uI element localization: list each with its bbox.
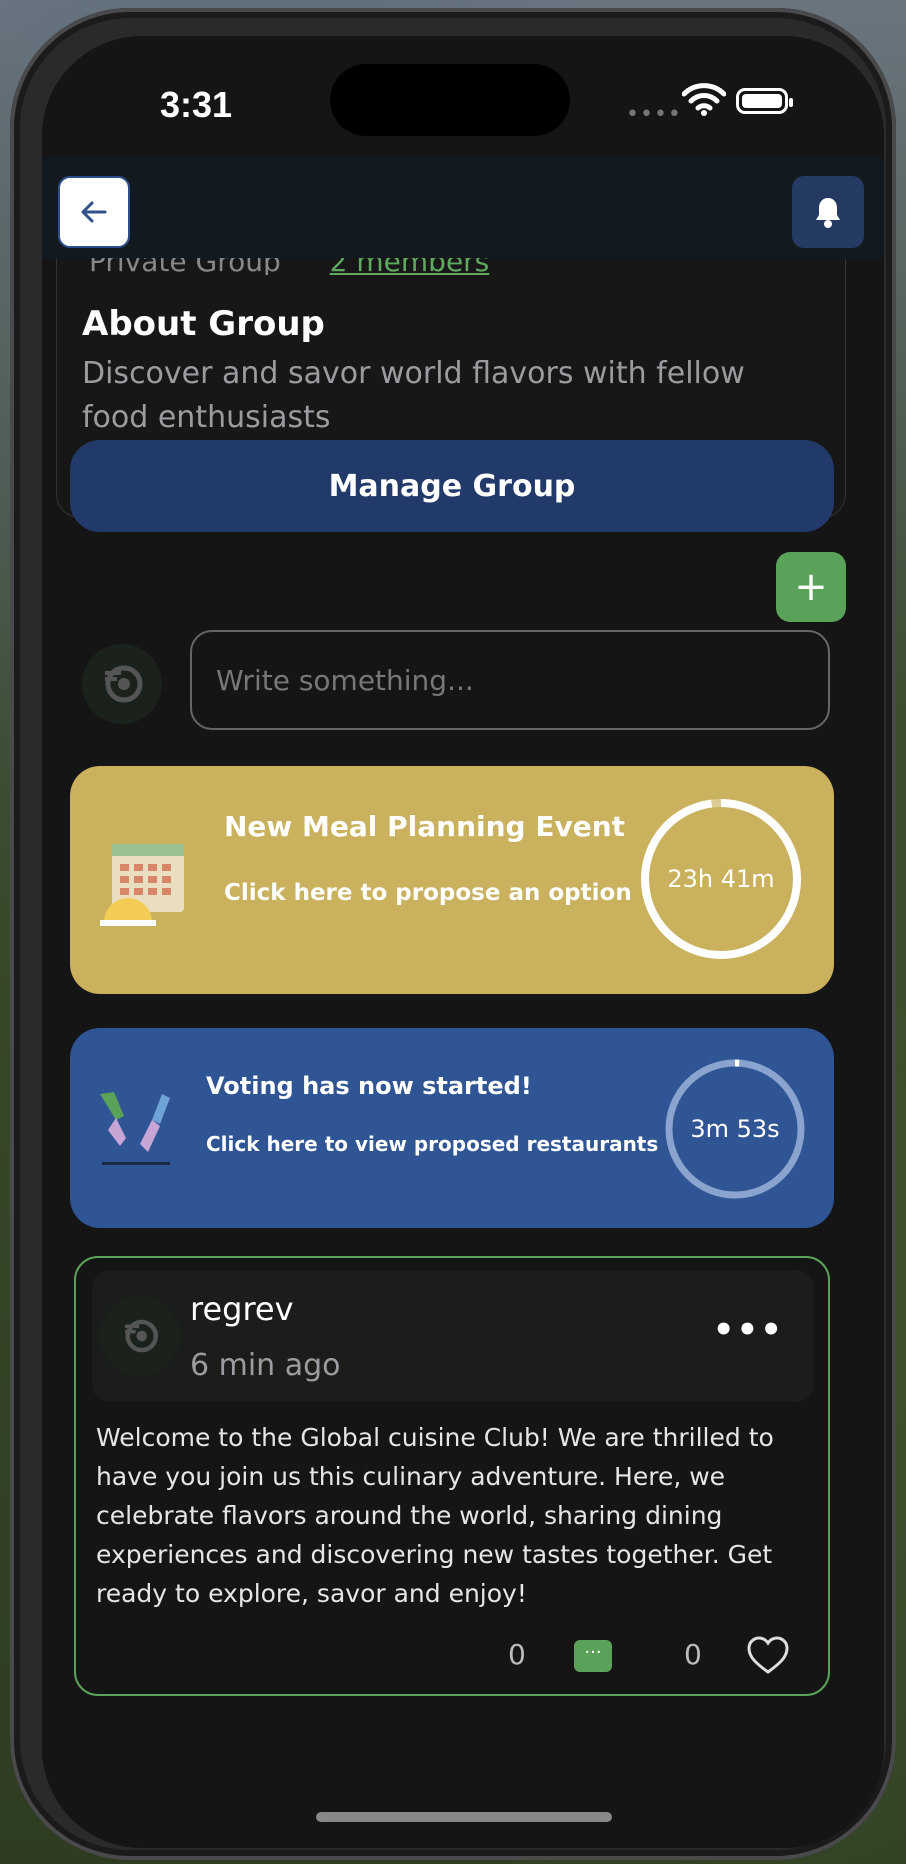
calendar-icon xyxy=(100,844,184,926)
post-composer-input[interactable] xyxy=(190,630,830,730)
dynamic-island xyxy=(330,64,570,136)
avatar[interactable] xyxy=(100,1296,180,1376)
post-author[interactable]: regrev xyxy=(190,1290,294,1328)
manage-group-button[interactable]: Manage Group xyxy=(70,440,834,532)
battery-icon xyxy=(736,88,793,114)
avatar xyxy=(82,644,162,724)
status-time: 3:31 xyxy=(160,84,233,125)
meal-planning-event-card[interactable]: New Meal Planning Event Click here to pr… xyxy=(70,766,834,994)
voting-timer-text: 3m 53s xyxy=(690,1115,780,1143)
comment-count: 0 xyxy=(508,1638,526,1671)
post-actions: 0 ··· 0 xyxy=(76,1636,832,1688)
event-subtitle: Click here to propose an option xyxy=(224,880,632,906)
bell-icon xyxy=(816,198,840,228)
back-button[interactable] xyxy=(58,176,130,248)
status-bar: 3:31 •••• xyxy=(42,36,884,176)
voting-hands-icon xyxy=(100,1092,170,1165)
post-card: regrev 6 min ago ••• Welcome to the Glob… xyxy=(74,1256,830,1696)
about-title: About Group xyxy=(82,304,325,344)
voting-subtitle: Click here to view proposed restaurants xyxy=(206,1132,659,1156)
voting-title: Voting has now started! xyxy=(206,1072,532,1100)
post-header: regrev 6 min ago ••• xyxy=(92,1270,814,1402)
event-title: New Meal Planning Event xyxy=(224,810,626,843)
wifi-icon xyxy=(682,83,726,116)
event-countdown: 23h 41m xyxy=(638,796,804,962)
more-options-button[interactable]: ••• xyxy=(713,1310,784,1350)
post-timestamp: 6 min ago xyxy=(190,1348,341,1383)
top-bar xyxy=(42,158,884,258)
user-avatar-icon xyxy=(125,1319,159,1353)
group-meta: Private Group 2 members xyxy=(89,258,529,275)
about-description: Discover and savor world flavors with fe… xyxy=(82,356,745,435)
comment-icon[interactable]: ··· xyxy=(574,1640,612,1672)
phone-frame: 3:31 •••• Private Group 2 members About … xyxy=(10,8,896,1860)
home-indicator[interactable] xyxy=(316,1812,612,1822)
notifications-button[interactable] xyxy=(792,176,864,248)
members-link[interactable]: 2 members xyxy=(330,258,490,275)
user-avatar-icon xyxy=(105,665,143,703)
voting-card[interactable]: Voting has now started! Click here to vi… xyxy=(70,1028,834,1228)
voting-countdown: 3m 53s xyxy=(662,1056,808,1202)
like-count: 0 xyxy=(684,1638,702,1671)
event-timer-text: 23h 41m xyxy=(667,865,775,893)
arrow-left-icon xyxy=(81,201,107,223)
privacy-label: Private Group xyxy=(89,258,281,275)
add-event-button[interactable]: + xyxy=(776,552,846,622)
post-body: Welcome to the Global cuisine Club! We a… xyxy=(96,1423,774,1608)
cellular-signal-icon: •••• xyxy=(626,102,682,127)
heart-icon[interactable] xyxy=(746,1636,790,1676)
app-screen: 3:31 •••• Private Group 2 members About … xyxy=(42,36,884,1848)
